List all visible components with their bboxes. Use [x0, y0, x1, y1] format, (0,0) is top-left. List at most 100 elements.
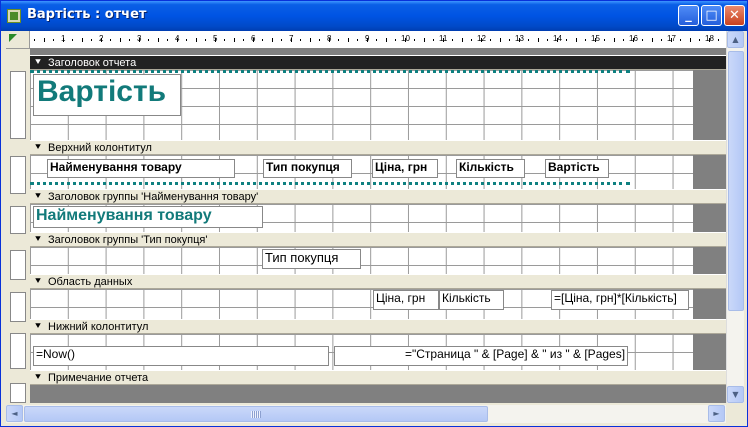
vertical-ruler-strip — [10, 71, 26, 139]
section-detail[interactable]: ⯆ Область данных — [30, 274, 726, 289]
ruler-tick — [642, 39, 643, 41]
ruler-tick — [290, 38, 292, 42]
header-label-qty[interactable]: Кількість — [456, 159, 525, 178]
scroll-right-button[interactable]: ► — [708, 405, 725, 422]
group-name-body[interactable]: Найменування товару — [30, 204, 693, 232]
ruler-tick — [414, 39, 415, 41]
size-grip-icon[interactable] — [726, 405, 744, 423]
section-group-name[interactable]: ⯆ Заголовок группы 'Найменування товару' — [30, 189, 726, 204]
section-arrow-icon: ⯆ — [34, 191, 42, 202]
scroll-down-button[interactable]: ▼ — [727, 386, 744, 403]
report-header-body[interactable]: Вартість — [30, 70, 693, 140]
ruler-tick — [651, 38, 653, 42]
report-title-label[interactable]: Вартість — [33, 74, 181, 116]
header-label-price[interactable]: Ціна, грн — [372, 159, 438, 178]
header-label-total[interactable]: Вартість — [545, 159, 609, 178]
vertical-ruler[interactable] — [6, 49, 30, 403]
footer-now-field[interactable]: =Now() — [33, 346, 329, 366]
ruler-tick — [594, 38, 596, 42]
vertical-ruler-strip — [10, 383, 26, 403]
footer-pages-field[interactable]: ="Страница " & [Page] & " из " & [Pages] — [334, 346, 628, 366]
ruler-tick — [53, 39, 54, 41]
section-label: Область данных — [48, 276, 133, 288]
ruler-tick — [471, 39, 472, 41]
select-report-box[interactable] — [6, 31, 30, 49]
vertical-scroll-thumb[interactable] — [728, 51, 744, 311]
report-icon[interactable] — [7, 9, 21, 23]
title-bar[interactable]: Вартість : отчет _ □ ✕ — [1, 1, 747, 31]
ruler-tick — [347, 38, 349, 42]
ruler-tick — [442, 38, 444, 42]
ruler-tick — [395, 39, 396, 41]
scroll-left-button[interactable]: ◄ — [6, 405, 23, 422]
horizontal-scrollbar[interactable]: ◄ ► — [6, 405, 726, 423]
window-title: Вартість : отчет — [27, 7, 147, 22]
section-report-header[interactable]: ⯆ Заголовок отчета — [30, 55, 726, 70]
ruler-tick — [62, 38, 64, 42]
group-type-body[interactable]: Тип покупця — [30, 247, 693, 274]
vertical-ruler-strip — [10, 156, 26, 194]
grip-icon — [251, 411, 261, 418]
group-type-field[interactable]: Тип покупця — [262, 249, 361, 269]
ruler-tick — [43, 38, 45, 42]
page-footer-body[interactable]: =Now() ="Страница " & [Page] & " из " & … — [30, 334, 693, 370]
detail-total-field[interactable]: =[Ціна, грн]*[Кількість] — [551, 290, 689, 310]
ruler-tick — [91, 39, 92, 41]
page-header-body[interactable]: Найменування товару Тип покупця Ціна, гр… — [30, 155, 693, 189]
section-arrow-icon: ⯆ — [34, 321, 42, 332]
ruler-tick — [528, 39, 529, 41]
section-page-header[interactable]: ⯆ Верхний колонтитул — [30, 140, 726, 155]
scroll-up-button[interactable]: ▲ — [727, 31, 744, 48]
ruler-tick — [385, 38, 387, 42]
ruler-tick — [699, 39, 700, 41]
report-canvas: ⯆ Заголовок отчета Вартість ⯆ Верхний ко… — [30, 49, 726, 403]
header-label-name[interactable]: Найменування товару — [47, 159, 235, 178]
ruler-tick — [585, 39, 586, 41]
section-page-footer[interactable]: ⯆ Нижний колонтитул — [30, 319, 726, 334]
ruler-tick — [604, 39, 605, 41]
ruler-tick — [490, 39, 491, 41]
section-arrow-icon: ⯆ — [34, 142, 42, 153]
section-report-footer[interactable]: ⯆ Примечание отчета — [30, 370, 726, 385]
ruler-tick — [718, 39, 719, 41]
ruler-tick — [632, 38, 634, 42]
ruler-tick — [271, 38, 273, 42]
group-name-field[interactable]: Найменування товару — [33, 206, 263, 228]
ruler-tick — [376, 39, 377, 41]
ruler-tick — [252, 38, 254, 42]
ruler-tick — [309, 38, 311, 42]
ruler-tick — [205, 39, 206, 41]
ruler-tick — [547, 39, 548, 41]
ruler-tick — [262, 39, 263, 41]
detail-price-field[interactable]: Ціна, грн — [373, 290, 439, 310]
ruler-tick — [689, 38, 691, 42]
ruler-tick — [423, 38, 425, 42]
horizontal-scroll-thumb[interactable] — [24, 406, 488, 422]
maximize-button[interactable]: □ — [701, 5, 722, 26]
detail-body[interactable]: Ціна, грн Кількість =[Ціна, грн]*[Кількі… — [30, 289, 693, 319]
ruler-tick — [319, 39, 320, 41]
section-group-type[interactable]: ⯆ Заголовок группы 'Тип покупця' — [30, 232, 726, 247]
ruler-tick — [480, 38, 482, 42]
ruler-tick — [148, 39, 149, 41]
ruler-tick — [661, 39, 662, 41]
ruler-tick — [110, 39, 111, 41]
ruler-tick — [176, 38, 178, 42]
horizontal-ruler[interactable]: 1 2 3 4 5 6 7 8 9 10 11 12 13 14 15 16 1… — [30, 31, 726, 49]
ruler-tick — [100, 38, 102, 42]
ruler-tick — [72, 39, 73, 41]
close-button[interactable]: ✕ — [724, 5, 745, 26]
report-design-window: Вартість : отчет _ □ ✕ 1 2 3 4 5 6 7 8 9… — [0, 0, 748, 427]
ruler-tick — [623, 39, 624, 41]
ruler-tick — [575, 38, 577, 42]
detail-qty-field[interactable]: Кількість — [439, 290, 504, 310]
ruler-tick — [509, 39, 510, 41]
ruler-tick — [537, 38, 539, 42]
minimize-button[interactable]: _ — [678, 5, 699, 26]
section-label: Заголовок группы 'Найменування товару' — [48, 191, 259, 203]
vertical-scrollbar[interactable]: ▲ ▼ — [726, 31, 744, 403]
section-label: Заголовок группы 'Тип покупця' — [48, 234, 208, 246]
vertical-ruler-strip — [10, 333, 26, 369]
ruler-tick — [129, 39, 130, 41]
header-label-type[interactable]: Тип покупця — [263, 159, 352, 178]
